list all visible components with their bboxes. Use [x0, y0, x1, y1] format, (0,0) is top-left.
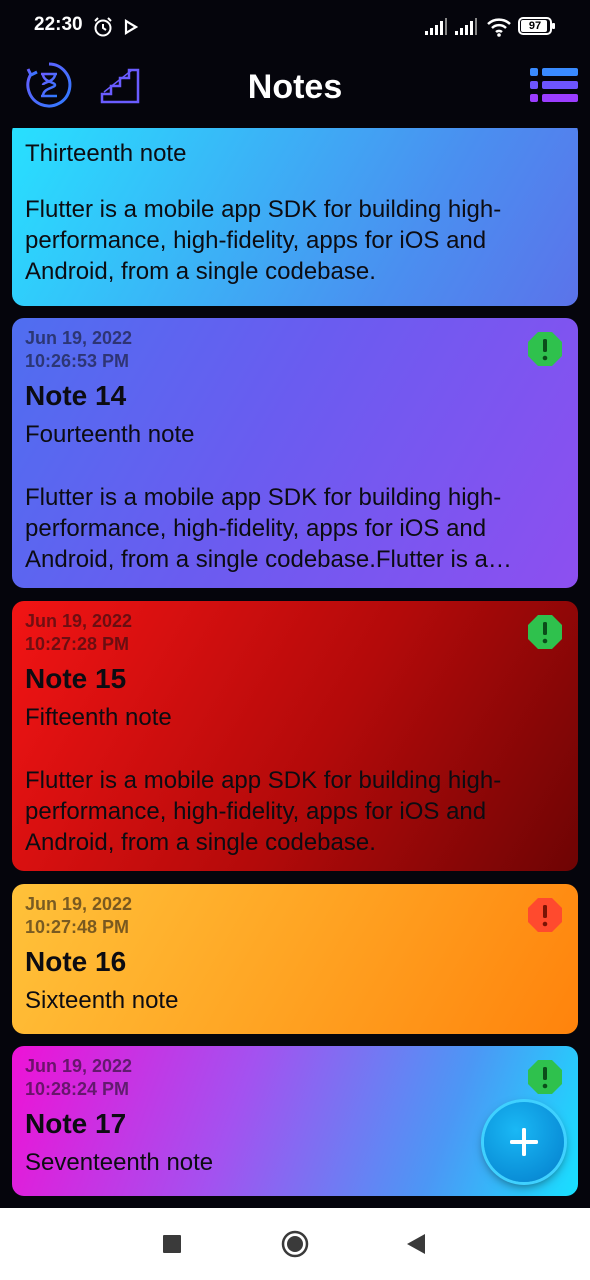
- note-body: Flutter is a mobile app SDK for building…: [25, 767, 502, 856]
- note-title: Note 14: [25, 380, 127, 411]
- battery-level: 97: [528, 20, 542, 32]
- note-card[interactable]: Jun 19, 2022 10:26:53 PM Note 14 Fourtee…: [12, 318, 578, 588]
- note-time: 10:27:48 PM: [25, 917, 130, 937]
- add-note-button[interactable]: [484, 1102, 564, 1182]
- note-subtitle: Seventeenth note: [25, 1149, 214, 1176]
- alert-badge-icon: [528, 615, 562, 649]
- note-card[interactable]: Thirteenth note Flutter is a mobile app …: [12, 128, 578, 306]
- signal-icon: [425, 18, 447, 35]
- note-subtitle: Fifteenth note: [25, 704, 172, 731]
- note-body: Flutter is a mobile app SDK for building…: [25, 484, 512, 573]
- back-icon[interactable]: [405, 1233, 427, 1255]
- note-card[interactable]: Jun 19, 2022 10:27:48 PM Note 16 Sixteen…: [12, 884, 578, 1034]
- note-title: Note 16: [25, 946, 127, 977]
- note-date: Jun 19, 2022: [25, 894, 133, 914]
- notes-list: Thirteenth note Flutter is a mobile app …: [0, 128, 590, 1208]
- note-date: Jun 19, 2022: [25, 1056, 133, 1076]
- note-time: 10:26:53 PM: [25, 351, 130, 371]
- signal-icon-2: [455, 18, 477, 35]
- alert-badge-icon: [528, 1060, 562, 1094]
- note-subtitle: Fourteenth note: [25, 421, 195, 448]
- home-icon[interactable]: [281, 1230, 309, 1258]
- note-date: Jun 19, 2022: [25, 328, 133, 348]
- alert-badge-icon: [528, 898, 562, 932]
- page-title: Notes: [247, 68, 343, 106]
- system-nav-bar: [0, 1208, 590, 1280]
- alert-badge-icon: [528, 332, 562, 366]
- note-body: Flutter is a mobile app SDK for building…: [25, 196, 502, 285]
- note-time: 10:27:28 PM: [25, 634, 130, 654]
- recents-icon[interactable]: [162, 1234, 182, 1254]
- status-bar: 22:30 97: [0, 0, 590, 56]
- battery-icon: 97: [518, 17, 555, 35]
- note-title: Note 15: [25, 663, 127, 694]
- wifi-icon: [487, 18, 511, 37]
- note-subtitle: Thirteenth note: [25, 140, 187, 167]
- note-time: 10:28:24 PM: [25, 1079, 130, 1099]
- alarm-icon: [94, 17, 112, 37]
- app-bar: Notes: [0, 56, 590, 128]
- play-icon: [124, 19, 138, 35]
- list-view-icon[interactable]: [530, 68, 578, 102]
- plus-icon: [510, 1128, 538, 1156]
- note-date: Jun 19, 2022: [25, 611, 133, 631]
- status-time: 22:30: [34, 14, 83, 35]
- note-card[interactable]: Jun 19, 2022 10:27:28 PM Note 15 Fifteen…: [12, 601, 578, 871]
- note-subtitle: Sixteenth note: [25, 987, 179, 1014]
- note-title: Note 17: [25, 1108, 127, 1139]
